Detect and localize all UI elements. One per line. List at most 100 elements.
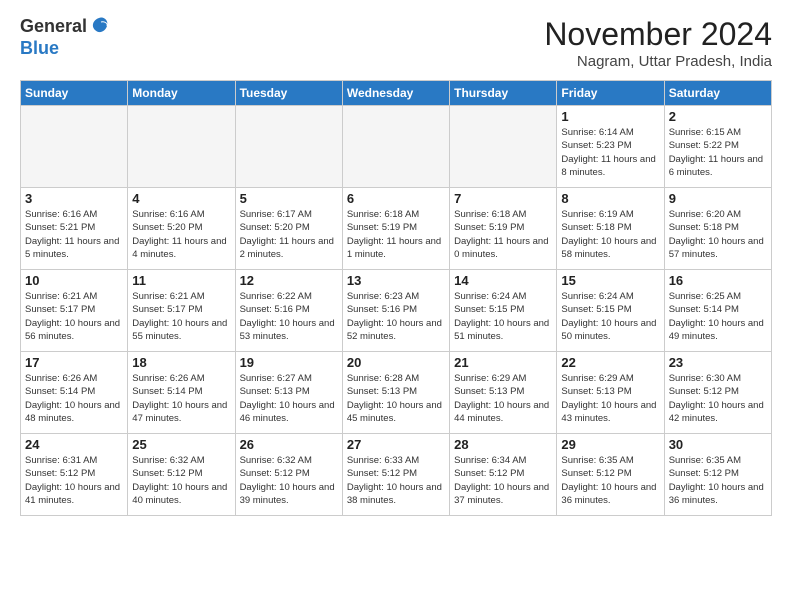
calendar-header-friday: Friday	[557, 81, 664, 106]
calendar-cell: 28 Sunrise: 6:34 AMSunset: 5:12 PMDayligh…	[450, 434, 557, 516]
day-detail: Sunrise: 6:17 AMSunset: 5:20 PMDaylight:…	[240, 208, 338, 261]
calendar-cell: 9 Sunrise: 6:20 AMSunset: 5:18 PMDaylight…	[664, 188, 771, 270]
title-block: November 2024 Nagram, Uttar Pradesh, Ind…	[544, 16, 772, 70]
day-number: 19	[240, 355, 338, 370]
calendar-cell: 19 Sunrise: 6:27 AMSunset: 5:13 PMDayligh…	[235, 352, 342, 434]
day-number: 29	[561, 437, 659, 452]
calendar-cell: 3 Sunrise: 6:16 AMSunset: 5:21 PMDaylight…	[21, 188, 128, 270]
calendar-cell: 7Sunrise: 6:18 AMSunset: 5:19 PMDaylight…	[450, 188, 557, 270]
day-number: 5	[240, 191, 338, 206]
calendar-cell: 30 Sunrise: 6:35 AMSunset: 5:12 PMDayligh…	[664, 434, 771, 516]
calendar-week-4: 17 Sunrise: 6:26 AMSunset: 5:14 PMDayligh…	[21, 352, 772, 434]
day-number: 10	[25, 273, 123, 288]
day-number: 28	[454, 437, 552, 452]
day-detail: Sunrise: 6:26 AMSunset: 5:14 PMDaylight:…	[132, 372, 230, 425]
day-detail: Sunrise: 6:16 AMSunset: 5:20 PMDaylight:…	[132, 208, 230, 261]
calendar-cell: 21Sunrise: 6:29 AMSunset: 5:13 PMDayligh…	[450, 352, 557, 434]
calendar-title: November 2024	[544, 16, 772, 53]
calendar-cell: 10 Sunrise: 6:21 AMSunset: 5:17 PMDayligh…	[21, 270, 128, 352]
day-number: 24	[25, 437, 123, 452]
calendar-cell: 12 Sunrise: 6:22 AMSunset: 5:16 PMDayligh…	[235, 270, 342, 352]
day-detail: Sunrise: 6:26 AMSunset: 5:14 PMDaylight:…	[25, 372, 123, 425]
day-number: 1	[561, 109, 659, 124]
day-detail: Sunrise: 6:24 AMSunset: 5:15 PMDaylight:…	[561, 290, 659, 343]
day-detail: Sunrise: 6:21 AMSunset: 5:17 PMDaylight:…	[25, 290, 123, 343]
calendar-cell	[235, 106, 342, 188]
day-detail: Sunrise: 6:33 AMSunset: 5:12 PMDaylight:…	[347, 454, 445, 507]
calendar-header-thursday: Thursday	[450, 81, 557, 106]
calendar-cell: 5 Sunrise: 6:17 AMSunset: 5:20 PMDaylight…	[235, 188, 342, 270]
day-number: 11	[132, 273, 230, 288]
calendar-cell: 25 Sunrise: 6:32 AMSunset: 5:12 PMDayligh…	[128, 434, 235, 516]
day-detail: Sunrise: 6:20 AMSunset: 5:18 PMDaylight:…	[669, 208, 767, 261]
calendar-week-2: 3 Sunrise: 6:16 AMSunset: 5:21 PMDaylight…	[21, 188, 772, 270]
day-detail: Sunrise: 6:31 AMSunset: 5:12 PMDaylight:…	[25, 454, 123, 507]
day-number: 18	[132, 355, 230, 370]
calendar-week-3: 10 Sunrise: 6:21 AMSunset: 5:17 PMDayligh…	[21, 270, 772, 352]
day-detail: Sunrise: 6:32 AMSunset: 5:12 PMDaylight:…	[132, 454, 230, 507]
calendar-week-1: 1 Sunrise: 6:14 AMSunset: 5:23 PMDaylight…	[21, 106, 772, 188]
calendar-header-saturday: Saturday	[664, 81, 771, 106]
calendar-header-row: SundayMondayTuesdayWednesdayThursdayFrid…	[21, 81, 772, 106]
day-detail: Sunrise: 6:16 AMSunset: 5:21 PMDaylight:…	[25, 208, 123, 261]
calendar-cell: 26 Sunrise: 6:32 AMSunset: 5:12 PMDayligh…	[235, 434, 342, 516]
calendar-cell: 22 Sunrise: 6:29 AMSunset: 5:13 PMDayligh…	[557, 352, 664, 434]
day-detail: Sunrise: 6:25 AMSunset: 5:14 PMDaylight:…	[669, 290, 767, 343]
day-detail: Sunrise: 6:35 AMSunset: 5:12 PMDaylight:…	[561, 454, 659, 507]
day-detail: Sunrise: 6:22 AMSunset: 5:16 PMDaylight:…	[240, 290, 338, 343]
calendar-cell: 17 Sunrise: 6:26 AMSunset: 5:14 PMDayligh…	[21, 352, 128, 434]
calendar-header-wednesday: Wednesday	[342, 81, 449, 106]
day-number: 15	[561, 273, 659, 288]
day-number: 27	[347, 437, 445, 452]
day-detail: Sunrise: 6:14 AMSunset: 5:23 PMDaylight:…	[561, 126, 659, 179]
calendar-cell: 8Sunrise: 6:19 AMSunset: 5:18 PMDaylight…	[557, 188, 664, 270]
calendar-cell: 23 Sunrise: 6:30 AMSunset: 5:12 PMDayligh…	[664, 352, 771, 434]
day-detail: Sunrise: 6:15 AMSunset: 5:22 PMDaylight:…	[669, 126, 767, 179]
day-detail: Sunrise: 6:34 AMSunset: 5:12 PMDaylight:…	[454, 454, 552, 507]
day-detail: Sunrise: 6:24 AMSunset: 5:15 PMDaylight:…	[454, 290, 552, 343]
day-number: 22	[561, 355, 659, 370]
calendar-cell	[342, 106, 449, 188]
day-detail: Sunrise: 6:19 AMSunset: 5:18 PMDaylight:…	[561, 208, 659, 261]
calendar-cell: 2Sunrise: 6:15 AMSunset: 5:22 PMDaylight…	[664, 106, 771, 188]
day-detail: Sunrise: 6:29 AMSunset: 5:13 PMDaylight:…	[561, 372, 659, 425]
header: General Blue November 2024 Nagram, Uttar…	[20, 16, 772, 70]
calendar-cell: 16Sunrise: 6:25 AMSunset: 5:14 PMDayligh…	[664, 270, 771, 352]
calendar-cell	[128, 106, 235, 188]
day-number: 12	[240, 273, 338, 288]
day-detail: Sunrise: 6:27 AMSunset: 5:13 PMDaylight:…	[240, 372, 338, 425]
calendar-cell: 18 Sunrise: 6:26 AMSunset: 5:14 PMDayligh…	[128, 352, 235, 434]
calendar-header-sunday: Sunday	[21, 81, 128, 106]
calendar-header-tuesday: Tuesday	[235, 81, 342, 106]
day-number: 3	[25, 191, 123, 206]
calendar-table: SundayMondayTuesdayWednesdayThursdayFrid…	[20, 80, 772, 516]
calendar-body: 1 Sunrise: 6:14 AMSunset: 5:23 PMDaylight…	[21, 106, 772, 516]
calendar-header-monday: Monday	[128, 81, 235, 106]
calendar-cell	[450, 106, 557, 188]
calendar-cell: 14 Sunrise: 6:24 AMSunset: 5:15 PMDayligh…	[450, 270, 557, 352]
day-number: 9	[669, 191, 767, 206]
calendar-cell: 1 Sunrise: 6:14 AMSunset: 5:23 PMDaylight…	[557, 106, 664, 188]
day-detail: Sunrise: 6:23 AMSunset: 5:16 PMDaylight:…	[347, 290, 445, 343]
day-detail: Sunrise: 6:29 AMSunset: 5:13 PMDaylight:…	[454, 372, 552, 425]
calendar-cell: 20Sunrise: 6:28 AMSunset: 5:13 PMDayligh…	[342, 352, 449, 434]
day-detail: Sunrise: 6:18 AMSunset: 5:19 PMDaylight:…	[347, 208, 445, 261]
logo-general: General	[20, 16, 87, 38]
logo-bird-icon	[89, 16, 109, 38]
day-number: 30	[669, 437, 767, 452]
calendar-cell: 24 Sunrise: 6:31 AMSunset: 5:12 PMDayligh…	[21, 434, 128, 516]
day-number: 26	[240, 437, 338, 452]
day-number: 25	[132, 437, 230, 452]
day-detail: Sunrise: 6:32 AMSunset: 5:12 PMDaylight:…	[240, 454, 338, 507]
calendar-cell: 11Sunrise: 6:21 AMSunset: 5:17 PMDayligh…	[128, 270, 235, 352]
calendar-cell	[21, 106, 128, 188]
day-detail: Sunrise: 6:35 AMSunset: 5:12 PMDaylight:…	[669, 454, 767, 507]
day-number: 17	[25, 355, 123, 370]
day-number: 14	[454, 273, 552, 288]
day-number: 23	[669, 355, 767, 370]
day-detail: Sunrise: 6:30 AMSunset: 5:12 PMDaylight:…	[669, 372, 767, 425]
day-detail: Sunrise: 6:28 AMSunset: 5:13 PMDaylight:…	[347, 372, 445, 425]
logo: General Blue	[20, 16, 109, 60]
calendar-cell: 15 Sunrise: 6:24 AMSunset: 5:15 PMDayligh…	[557, 270, 664, 352]
calendar-cell: 27 Sunrise: 6:33 AMSunset: 5:12 PMDayligh…	[342, 434, 449, 516]
